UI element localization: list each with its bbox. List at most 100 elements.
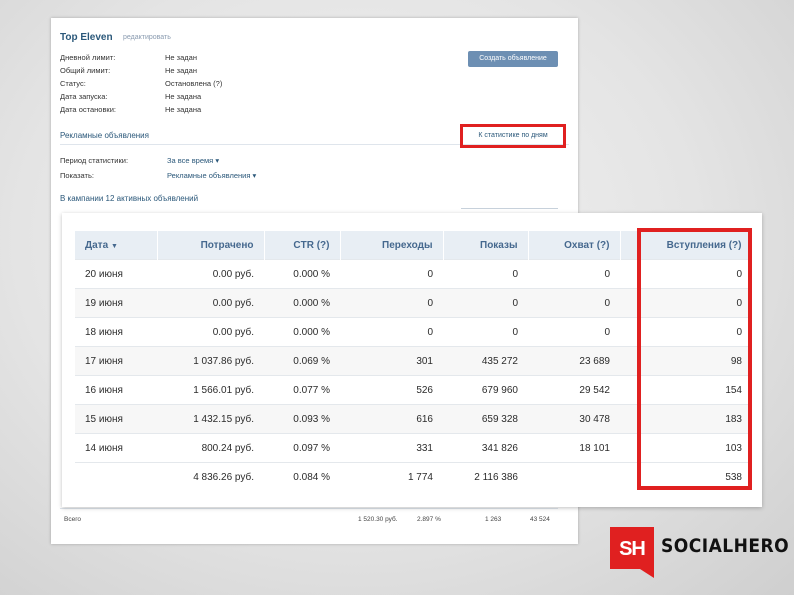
cell-spent: 0.00 руб. <box>157 317 264 347</box>
table-row: 19 июня 0.00 руб. 0.000 % 0 0 0 0 <box>75 288 752 318</box>
table-row: 17 июня 1 037.86 руб. 0.069 % 301 435 27… <box>75 346 752 376</box>
daily-stats-link[interactable]: К статистике по дням <box>460 124 566 148</box>
cell-date: 19 июня <box>75 288 157 318</box>
info-row-total-limit: Общий лимит: Не задан <box>60 66 197 75</box>
cell-clicks: 1 774 <box>340 462 443 491</box>
cell-clicks: 616 <box>340 404 443 434</box>
daily-stats-panel: Дата ▼ Потрачено CTR (?) Переходы Показы… <box>62 213 762 507</box>
cell-clicks: 0 <box>340 288 443 318</box>
cell-views: 659 328 <box>443 404 528 434</box>
cell-clicks: 301 <box>340 346 443 376</box>
cell-clicks: 526 <box>340 375 443 405</box>
cell-joins: 0 <box>620 317 752 347</box>
cell-ctr: 0.069 % <box>264 346 340 376</box>
cell-date: 18 июня <box>75 317 157 347</box>
socialhero-logo-mark: SH <box>610 527 654 569</box>
totals-views: 43 524 <box>530 516 550 523</box>
cell-views: 0 <box>443 317 528 347</box>
column-header-reach[interactable]: Охват (?) <box>528 231 621 260</box>
period-dropdown[interactable]: За все время ▾ <box>167 156 219 165</box>
create-ad-button[interactable]: Создать объявление <box>468 51 558 67</box>
table-header-row: Дата ▼ Потрачено CTR (?) Переходы Показы… <box>75 231 753 260</box>
cell-ctr: 0.097 % <box>264 433 340 463</box>
cell-joins: 0 <box>620 288 752 318</box>
cell-date: 14 июня <box>75 433 157 463</box>
chevron-down-icon: ▾ <box>252 171 257 180</box>
info-label: Общий лимит: <box>60 66 111 75</box>
campaign-subtitle: В кампании 12 активных объявлений <box>60 194 199 203</box>
cell-spent: 1 432.15 руб. <box>157 404 264 434</box>
ads-section-title: Рекламные объявления <box>60 131 149 140</box>
filter-label: Показать: <box>60 171 94 180</box>
cell-views: 2 116 386 <box>443 462 528 491</box>
search-input[interactable] <box>461 208 558 209</box>
column-header-ctr[interactable]: CTR (?) <box>264 231 341 260</box>
cell-reach: 0 <box>528 317 620 347</box>
column-header-clicks[interactable]: Переходы <box>340 231 444 260</box>
cell-joins: 98 <box>620 346 752 376</box>
cell-views: 679 960 <box>443 375 528 405</box>
cell-date <box>75 462 157 491</box>
totals-clicks: 1 263 <box>485 516 502 523</box>
cell-joins: 154 <box>620 375 752 405</box>
column-header-views[interactable]: Показы <box>443 231 529 260</box>
cell-joins: 103 <box>620 433 752 463</box>
table-row: 16 июня 1 566.01 руб. 0.077 % 526 679 96… <box>75 375 752 405</box>
cell-views: 0 <box>443 259 528 289</box>
cell-joins: 183 <box>620 404 752 434</box>
info-row-start-date: Дата запуска: Не задана <box>60 92 201 101</box>
info-label: Дата остановки: <box>60 105 116 114</box>
cell-spent: 4 836.26 руб. <box>157 462 264 491</box>
cell-clicks: 0 <box>340 317 443 347</box>
table-total-row: 4 836.26 руб. 0.084 % 1 774 2 116 386 53… <box>75 462 752 491</box>
column-header-date[interactable]: Дата ▼ <box>75 231 158 260</box>
cell-reach: 23 689 <box>528 346 620 376</box>
info-value: Не задана <box>165 105 202 114</box>
table-row: 20 июня 0.00 руб. 0.000 % 0 0 0 0 <box>75 259 752 289</box>
sort-arrow-icon: ▼ <box>110 242 118 250</box>
campaign-title[interactable]: Top Eleven <box>60 32 113 43</box>
totals-strip: Всего 1 520.30 руб. 2.897 % 1 263 43 524 <box>60 508 558 529</box>
cell-views: 341 826 <box>443 433 528 463</box>
info-value[interactable]: Остановлена (?) <box>165 79 222 88</box>
socialhero-logo-text: SOCIALHERO <box>661 535 790 557</box>
cell-reach <box>528 462 620 491</box>
filter-period: Период статистики: За все время ▾ <box>60 156 219 165</box>
table-row: 18 июня 0.00 руб. 0.000 % 0 0 0 0 <box>75 317 752 347</box>
cell-views: 0 <box>443 288 528 318</box>
info-value: Не задана <box>165 92 202 101</box>
cell-reach: 18 101 <box>528 433 620 463</box>
info-label: Статус: <box>60 79 86 88</box>
cell-reach: 0 <box>528 259 620 289</box>
edit-campaign-link[interactable]: редактировать <box>123 34 171 41</box>
cell-ctr: 0.000 % <box>264 259 340 289</box>
chevron-down-icon: ▾ <box>215 156 220 165</box>
cell-ctr: 0.000 % <box>264 317 340 347</box>
cell-clicks: 0 <box>340 259 443 289</box>
filter-show: Показать: Рекламные объявления ▾ <box>60 171 256 180</box>
cell-spent: 0.00 руб. <box>157 259 264 289</box>
cell-date: 20 июня <box>75 259 157 289</box>
cell-reach: 30 478 <box>528 404 620 434</box>
cell-spent: 0.00 руб. <box>157 288 264 318</box>
info-label: Дата запуска: <box>60 92 108 101</box>
column-header-joins[interactable]: Вступления (?) <box>620 231 753 260</box>
cell-reach: 0 <box>528 288 620 318</box>
cell-spent: 800.24 руб. <box>157 433 264 463</box>
cell-joins: 0 <box>620 259 752 289</box>
info-row-status: Статус: Остановлена (?) <box>60 79 222 88</box>
cell-ctr: 0.000 % <box>264 288 340 318</box>
column-header-spent[interactable]: Потрачено <box>157 231 265 260</box>
info-row-daily-limit: Дневной лимит: Не задан <box>60 53 197 62</box>
table-row: 15 июня 1 432.15 руб. 0.093 % 616 659 32… <box>75 404 752 434</box>
cell-spent: 1 037.86 руб. <box>157 346 264 376</box>
totals-ctr: 2.897 % <box>417 516 441 523</box>
filter-label: Период статистики: <box>60 156 129 165</box>
cell-spent: 1 566.01 руб. <box>157 375 264 405</box>
info-value: Не задан <box>165 53 197 62</box>
show-dropdown[interactable]: Рекламные объявления ▾ <box>167 171 256 180</box>
info-row-stop-date: Дата остановки: Не задана <box>60 105 201 114</box>
totals-spent: 1 520.30 руб. <box>358 516 398 523</box>
stats-table: Дата ▼ Потрачено CTR (?) Переходы Показы… <box>75 231 753 491</box>
totals-label: Всего <box>64 516 82 523</box>
